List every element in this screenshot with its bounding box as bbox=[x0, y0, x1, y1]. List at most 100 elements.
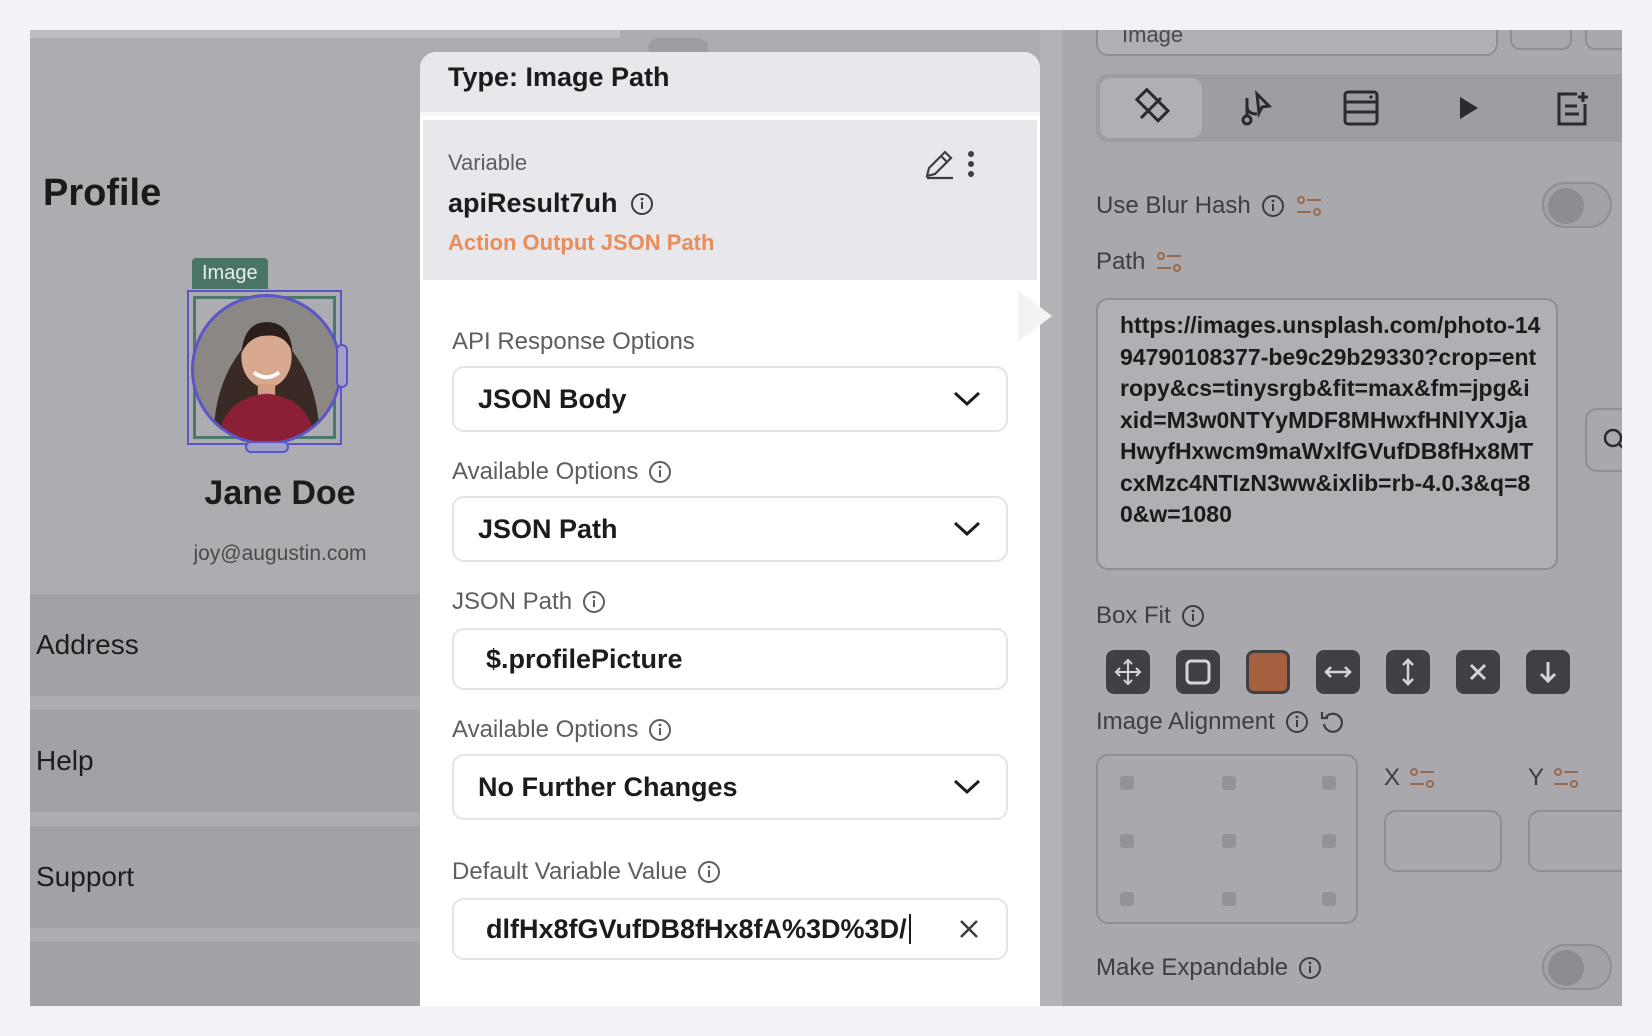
x-text: X bbox=[1384, 764, 1401, 791]
align-top-left[interactable] bbox=[1120, 776, 1134, 790]
toggle-knob bbox=[1548, 950, 1584, 986]
widget-action-button[interactable] bbox=[1585, 30, 1622, 50]
variable-source-link[interactable]: Action Output JSON Path bbox=[448, 230, 714, 256]
box-fit-fit-height-button[interactable] bbox=[1386, 650, 1430, 694]
page-title: Profile bbox=[43, 172, 162, 214]
variable-settings-icon[interactable] bbox=[1295, 192, 1323, 220]
tab-properties[interactable] bbox=[1100, 78, 1202, 138]
edit-pencil-icon[interactable] bbox=[921, 146, 957, 182]
resize-handle-right[interactable] bbox=[336, 344, 348, 388]
path-textarea[interactable]: https://images.unsplash.com/photo-149479… bbox=[1096, 298, 1558, 570]
info-icon[interactable] bbox=[1181, 604, 1205, 628]
box-fit-cover-button[interactable] bbox=[1176, 650, 1220, 694]
chevron-down-icon bbox=[953, 521, 981, 537]
json-path-text: JSON Path bbox=[452, 588, 573, 615]
path-label: Path bbox=[1096, 248, 1183, 276]
info-icon[interactable] bbox=[1298, 956, 1322, 980]
nav-item-address[interactable]: Address bbox=[30, 594, 430, 696]
toggle-knob bbox=[1548, 188, 1584, 224]
align-top-right[interactable] bbox=[1322, 776, 1336, 790]
align-center[interactable] bbox=[1222, 834, 1236, 848]
api-response-options-label: API Response Options bbox=[452, 328, 695, 356]
y-label: Y bbox=[1528, 764, 1580, 792]
nav-item-help[interactable]: Help bbox=[30, 710, 430, 812]
tab-actions[interactable] bbox=[1204, 78, 1306, 138]
info-icon[interactable] bbox=[630, 192, 654, 216]
x-input[interactable] bbox=[1384, 810, 1502, 872]
nav-item-label: Help bbox=[36, 745, 94, 776]
align-top-center[interactable] bbox=[1222, 776, 1236, 790]
tab-documentation[interactable] bbox=[1522, 78, 1622, 138]
api-response-options-text: API Response Options bbox=[452, 328, 695, 355]
clear-icon[interactable] bbox=[956, 916, 982, 942]
available-options-label-2: Available Options bbox=[452, 716, 672, 744]
further-changes-select[interactable]: No Further Changes bbox=[452, 754, 1008, 820]
default-variable-value: /dlfHx8fGVufDB8fHx8fA%3D%3D bbox=[486, 913, 907, 944]
align-bottom-left[interactable] bbox=[1120, 892, 1134, 906]
further-changes-value: No Further Changes bbox=[478, 771, 738, 802]
info-icon[interactable] bbox=[648, 460, 672, 484]
box-fit-options bbox=[1106, 650, 1570, 694]
make-expandable-toggle[interactable] bbox=[1542, 944, 1612, 990]
available-options-select[interactable]: JSON Path bbox=[452, 496, 1008, 562]
y-text: Y bbox=[1528, 764, 1545, 791]
properties-panel: Image Use Blur Hash Path https://images.… bbox=[1040, 30, 1622, 1006]
info-icon[interactable] bbox=[648, 718, 672, 742]
image-alignment-grid[interactable] bbox=[1096, 754, 1358, 924]
json-path-label: JSON Path bbox=[452, 588, 606, 616]
variable-settings-icon[interactable] bbox=[1155, 248, 1183, 276]
api-response-select[interactable]: JSON Body bbox=[452, 366, 1008, 432]
default-variable-value-input[interactable]: /dlfHx8fGVufDB8fHx8fA%3D%3D bbox=[452, 898, 1008, 960]
box-fit-none-button[interactable] bbox=[1456, 650, 1500, 694]
nav-item-support[interactable]: Support bbox=[30, 826, 430, 928]
image-alignment-label: Image Alignment bbox=[1096, 708, 1347, 736]
widget-dropdown-button[interactable] bbox=[1510, 30, 1572, 50]
info-icon[interactable] bbox=[1285, 710, 1309, 734]
nav-item-partial bbox=[30, 942, 430, 1006]
nav-item-label: Support bbox=[36, 861, 135, 892]
default-variable-value-text: Default Variable Value bbox=[452, 858, 688, 885]
default-value-wrapper: /dlfHx8fGVufDB8fHx8fA%3D%3D bbox=[486, 914, 911, 945]
align-center-left[interactable] bbox=[1120, 834, 1134, 848]
dialog-pointer-arrow bbox=[1018, 290, 1052, 342]
more-vertical-icon[interactable] bbox=[953, 146, 989, 182]
info-icon[interactable] bbox=[582, 590, 606, 614]
box-fit-contain-button[interactable] bbox=[1106, 650, 1150, 694]
selected-image-widget[interactable] bbox=[187, 290, 348, 453]
resize-handle-bottom[interactable] bbox=[245, 441, 289, 453]
widget-type-field[interactable]: Image bbox=[1096, 30, 1498, 56]
info-icon[interactable] bbox=[1261, 194, 1285, 218]
align-bottom-right[interactable] bbox=[1322, 892, 1336, 906]
available-options-text: Available Options bbox=[452, 458, 639, 485]
use-blur-hash-toggle[interactable] bbox=[1542, 182, 1612, 228]
widget-type-value: Image bbox=[1122, 30, 1184, 47]
nav-item-label: Address bbox=[36, 629, 139, 660]
variable-block: Variable apiResult7uh Action Output JSON… bbox=[423, 120, 1037, 280]
tab-preview[interactable] bbox=[1416, 78, 1518, 138]
image-alignment-text: Image Alignment bbox=[1096, 708, 1275, 735]
box-fit-fill-button[interactable] bbox=[1246, 650, 1290, 694]
box-fit-label: Box Fit bbox=[1096, 602, 1205, 630]
align-center-right[interactable] bbox=[1322, 834, 1336, 848]
variable-settings-icon[interactable] bbox=[1552, 764, 1580, 792]
json-path-input[interactable]: $.profilePicture bbox=[452, 628, 1008, 690]
close-icon bbox=[1469, 663, 1487, 681]
box-fit-text: Box Fit bbox=[1096, 602, 1171, 629]
set-variable-dialog: Type: Image Path Variable apiResult7uh A… bbox=[420, 52, 1040, 1006]
search-button[interactable] bbox=[1585, 408, 1622, 472]
dialog-title: Type: Image Path bbox=[448, 62, 670, 92]
y-input[interactable] bbox=[1528, 810, 1622, 872]
box-fit-scale-down-button[interactable] bbox=[1526, 650, 1570, 694]
reset-icon[interactable] bbox=[1319, 708, 1347, 736]
use-blur-hash-label: Use Blur Hash bbox=[1096, 192, 1323, 220]
image-widget-inner bbox=[191, 294, 342, 445]
image-widget-tag: Image bbox=[192, 258, 268, 289]
tab-backend-query[interactable] bbox=[1310, 78, 1412, 138]
box-fit-fit-width-button[interactable] bbox=[1316, 650, 1360, 694]
variable-settings-icon[interactable] bbox=[1408, 764, 1436, 792]
chevron-down-icon bbox=[953, 391, 981, 407]
info-icon[interactable] bbox=[697, 860, 721, 884]
panel-separator bbox=[1040, 30, 1062, 1006]
align-bottom-center[interactable] bbox=[1222, 892, 1236, 906]
vertical-arrows-icon bbox=[1402, 658, 1414, 686]
